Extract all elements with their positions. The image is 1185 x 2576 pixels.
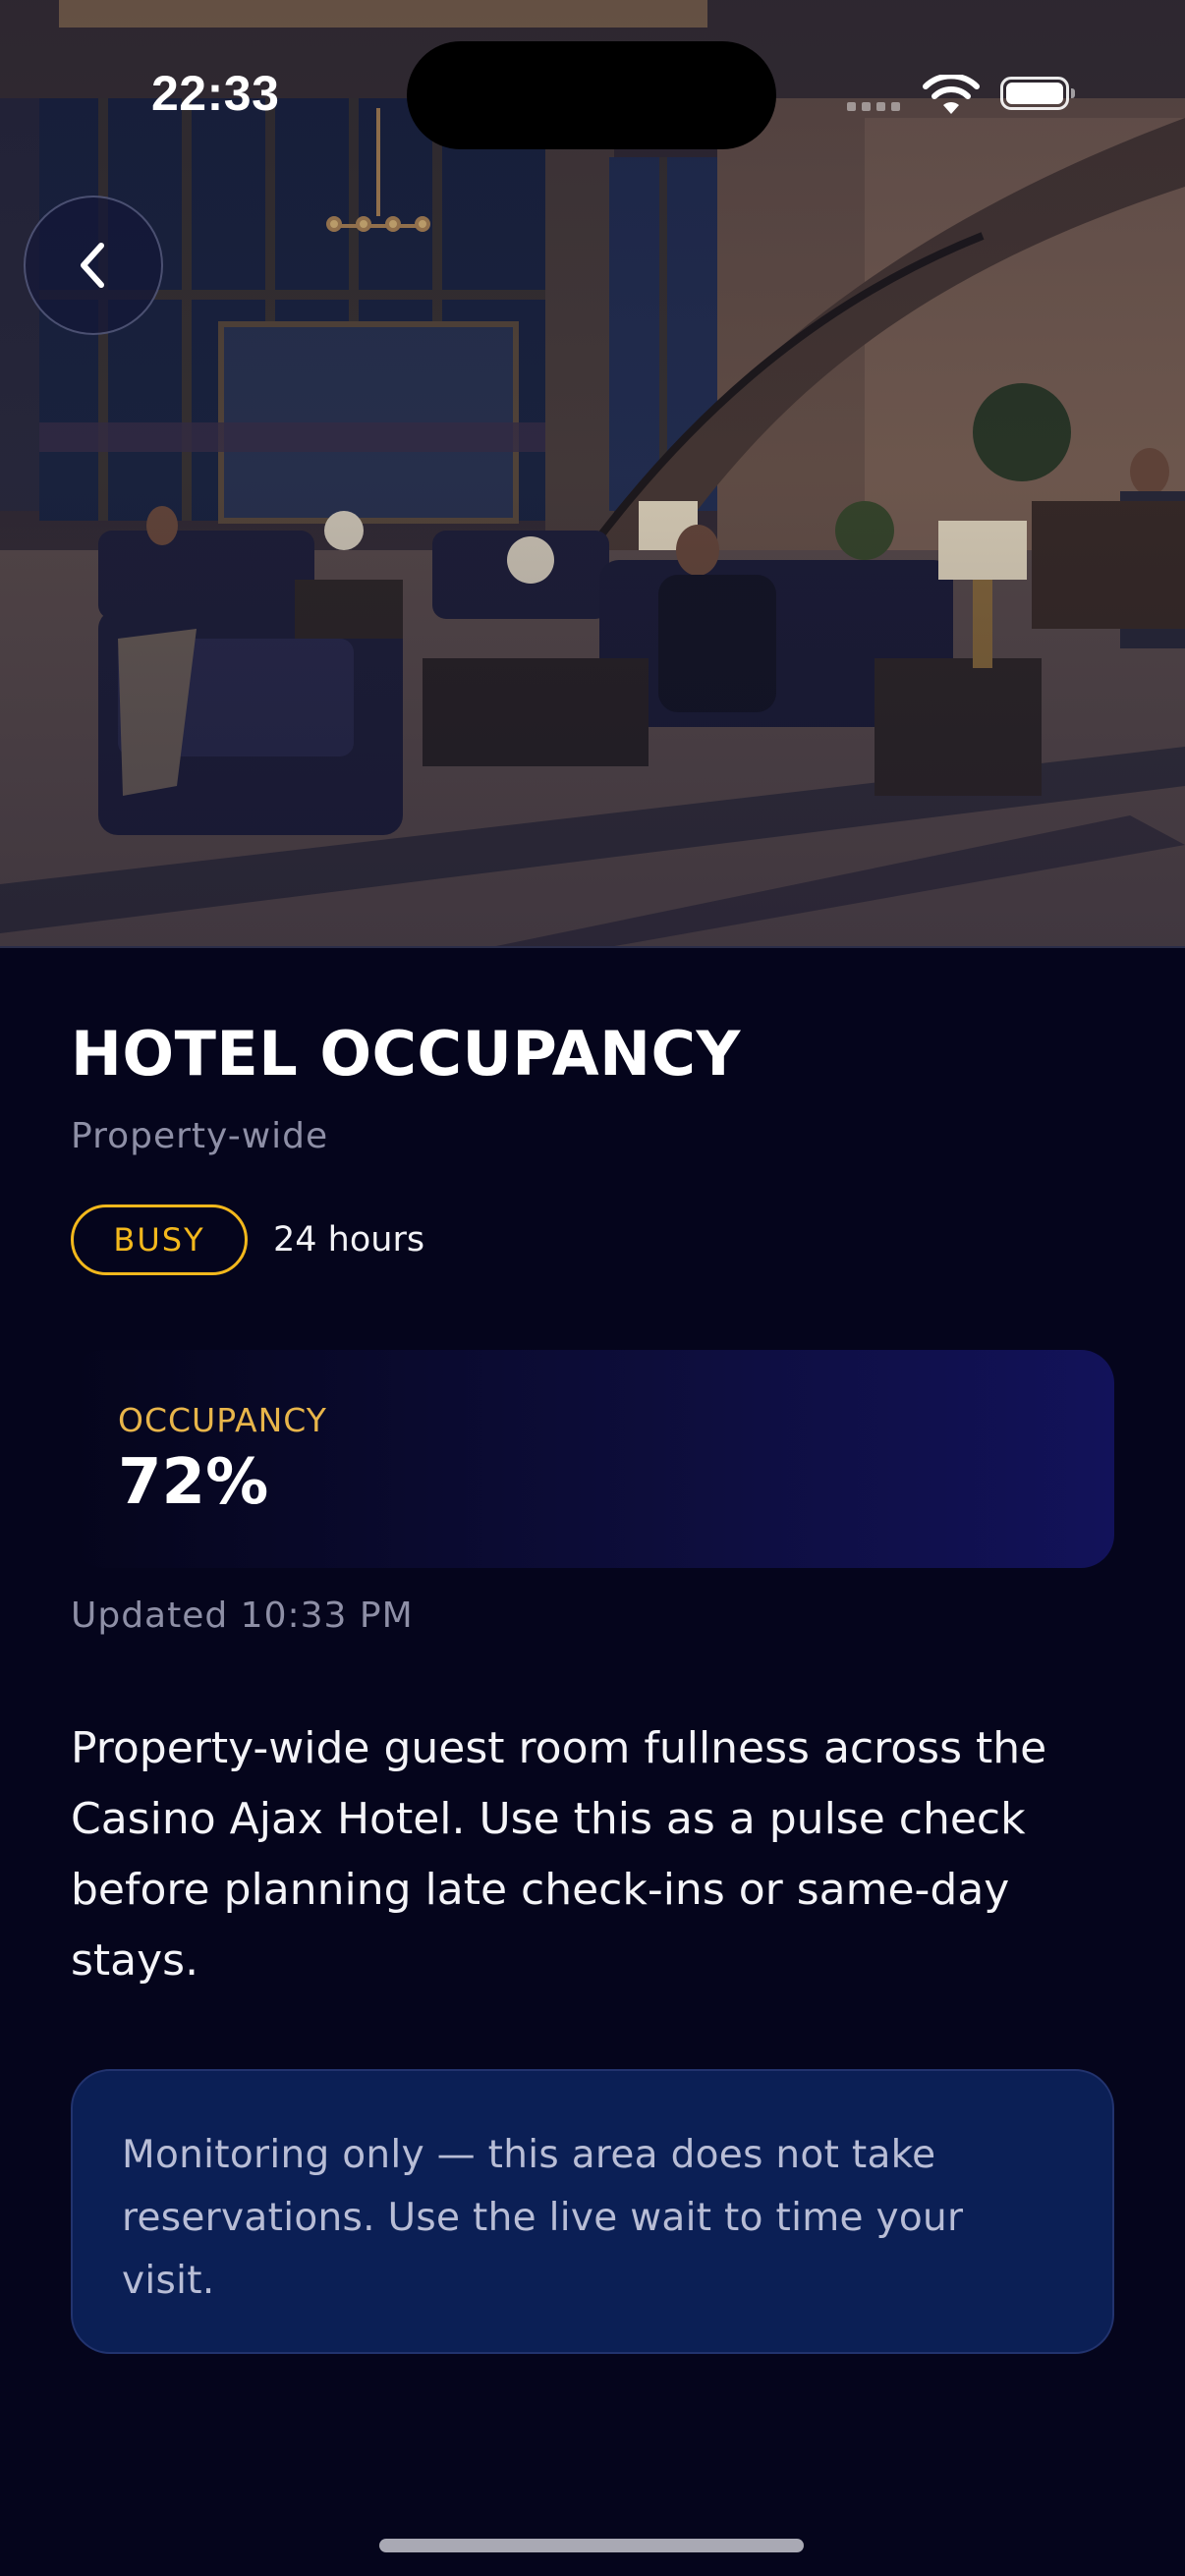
- page-title: HOTEL OCCUPANCY: [71, 1018, 741, 1090]
- home-indicator[interactable]: [379, 2539, 804, 2552]
- dynamic-island: [407, 41, 776, 149]
- hours-label: 24 hours: [273, 1220, 425, 1260]
- status-badge: BUSY: [71, 1204, 248, 1275]
- page-subtitle: Property-wide: [71, 1116, 329, 1156]
- notice-text: Monitoring only — this area does not tak…: [122, 2133, 964, 2303]
- occupancy-label: OCCUPANCY: [118, 1401, 327, 1439]
- battery-icon: [1000, 77, 1075, 110]
- wifi-icon: [923, 75, 980, 114]
- screen: 22:33 HOTEL OCCUPANCY Property-wide BUSY…: [0, 0, 1185, 2576]
- back-button[interactable]: [24, 196, 163, 335]
- occupancy-value: 72%: [118, 1446, 269, 1519]
- status-row: BUSY 24 hours: [71, 1204, 424, 1275]
- description-text: Property-wide guest room fullness across…: [71, 1723, 1047, 1986]
- updated-timestamp: Updated 10:33 PM: [71, 1596, 414, 1636]
- status-time: 22:33: [151, 66, 280, 121]
- cellular-signal-icon: [847, 102, 900, 111]
- notice-card: Monitoring only — this area does not tak…: [71, 2069, 1114, 2354]
- chevron-left-icon: [81, 243, 104, 288]
- hero-divider: [0, 946, 1185, 948]
- occupancy-card: OCCUPANCY 72%: [71, 1350, 1114, 1568]
